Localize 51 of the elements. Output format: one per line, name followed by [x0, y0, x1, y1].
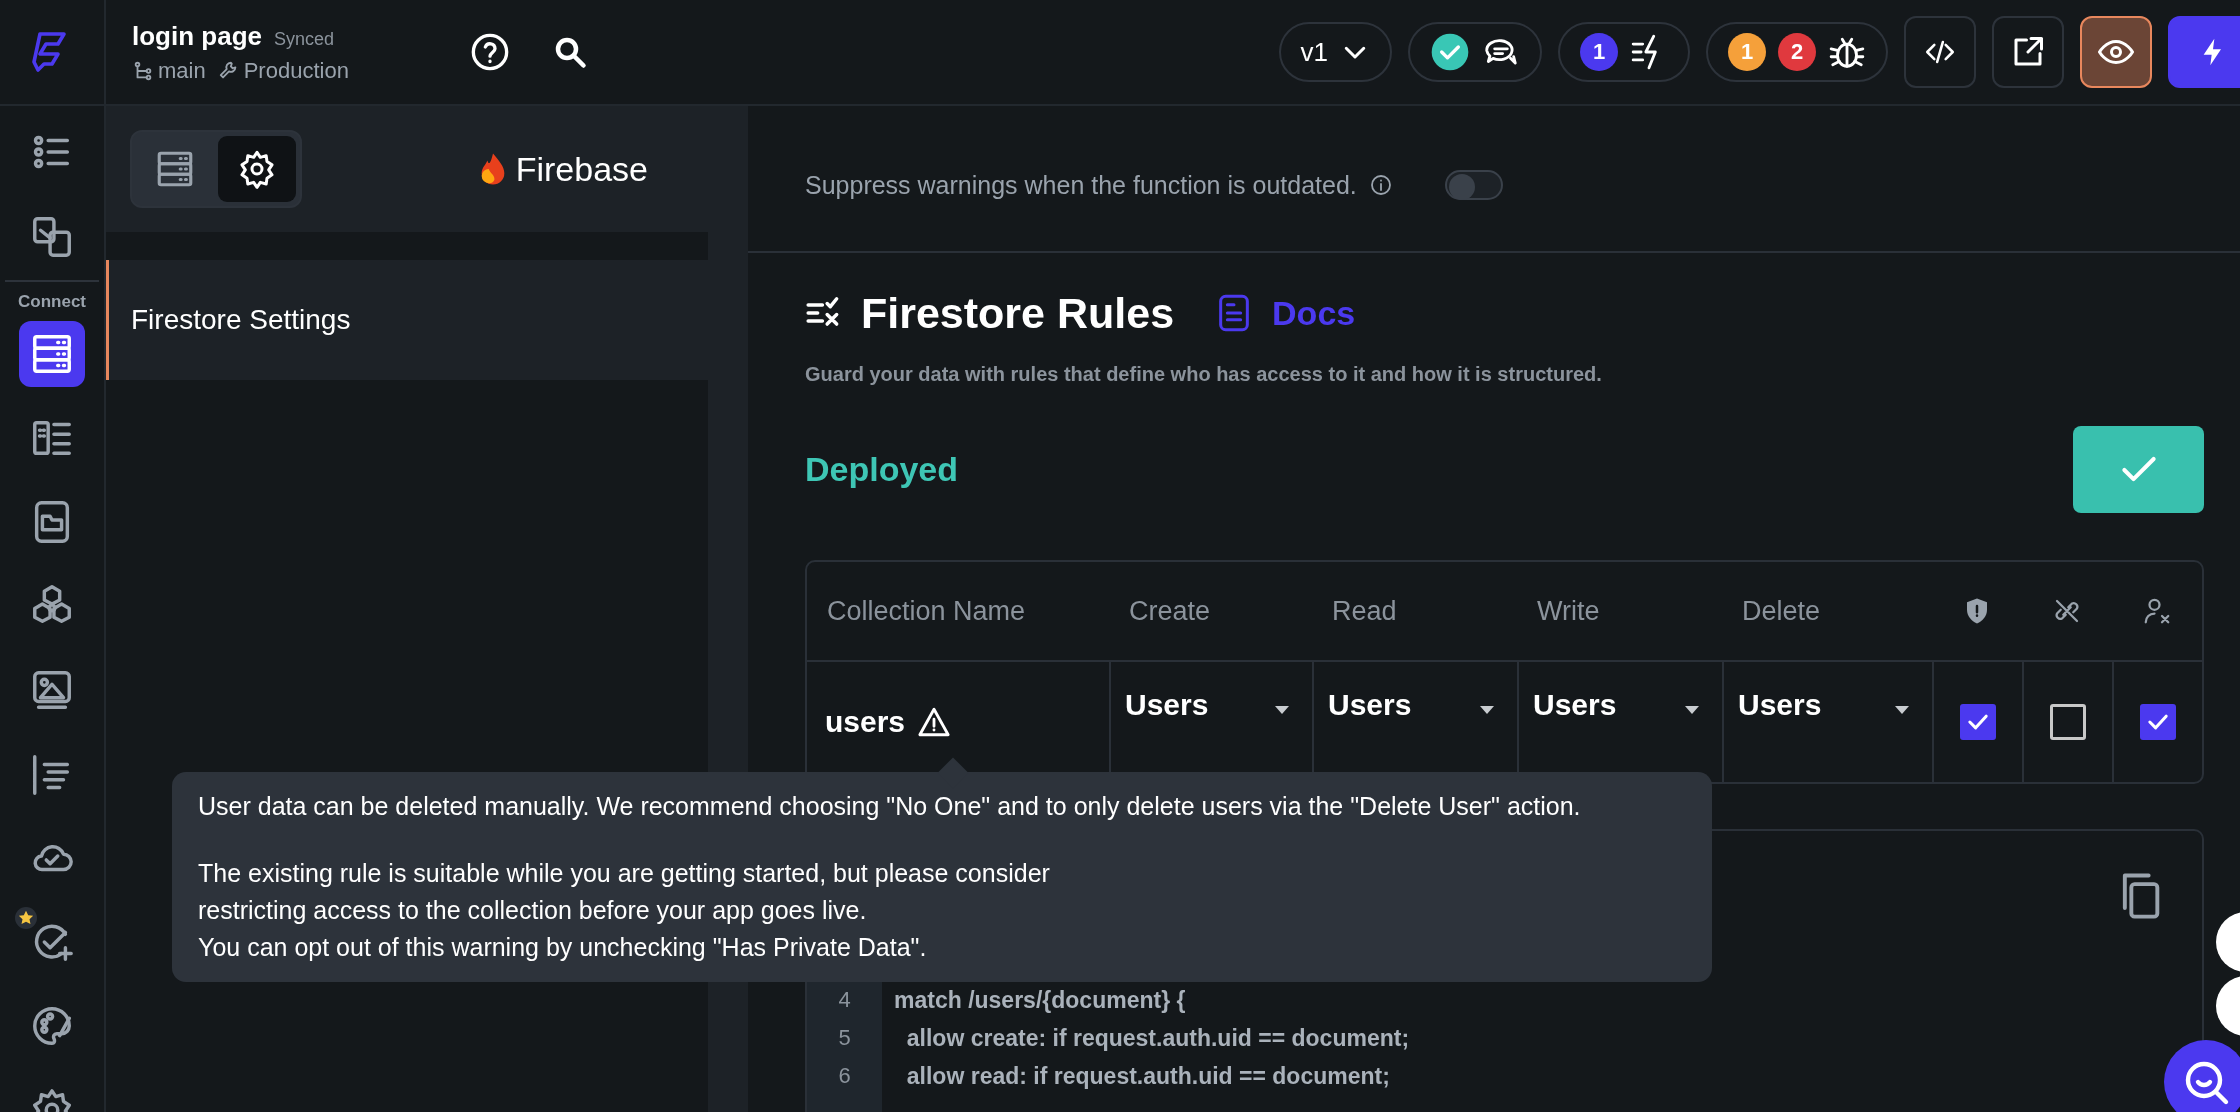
suppress-warnings-toggle[interactable] [1444, 170, 1503, 200]
collection-name: users [825, 705, 906, 739]
tooltip-line: You can opt out of this warning by unchecking "Has Private Data". [198, 932, 928, 963]
preview-button[interactable] [2080, 16, 2152, 88]
branch-icon [132, 59, 154, 82]
tooltip-line: The existing rule is suitable while you are getting started, but please consider [198, 858, 1051, 889]
tooltip-line: restricting access to the collection before your app goes live. [198, 895, 868, 926]
line-number: 6 [837, 1062, 852, 1090]
column-header: Create [1109, 562, 1312, 662]
actions-button[interactable]: 1 [1558, 22, 1690, 82]
column-header: Delete [1722, 562, 1932, 662]
line-number: 5 [837, 1024, 852, 1052]
section-description: Guard your data with rules that define who has access to it and how it is structured. [805, 363, 1603, 386]
check-circle-icon [1430, 32, 1470, 72]
open-external-button[interactable] [1992, 16, 2064, 88]
tooltip-message: User data can be deleted manually. We recommend choosing "No One" and to only delete users via the "Delete User" action. [198, 791, 1582, 822]
checkbox[interactable] [2140, 704, 2176, 740]
checkbox[interactable] [1960, 704, 1996, 740]
section-title: Firestore Rules [861, 288, 1175, 338]
column-header: Read [1312, 562, 1517, 662]
environment-name[interactable]: Production [243, 57, 349, 84]
run-button[interactable] [2168, 16, 2240, 88]
settings-icon [237, 149, 277, 189]
action-count-badge: 1 [1580, 33, 1618, 71]
code-button[interactable] [1904, 16, 1976, 88]
person-x-icon [2142, 596, 2172, 626]
comments-button[interactable] [1408, 22, 1542, 82]
provider-name: Firebase [515, 149, 648, 189]
error-count-badge: 2 [1778, 33, 1816, 71]
code-line: match /users/{document} { [894, 986, 1187, 1015]
help-icon[interactable] [470, 32, 510, 72]
rail-item[interactable] [19, 321, 85, 387]
issues-button[interactable]: 1 2 [1706, 22, 1888, 82]
permission-dropdown[interactable]: Users [1722, 662, 1932, 782]
code-line: allow read: if request.auth.uid == document; [905, 1062, 1391, 1091]
info-icon [1368, 173, 1393, 197]
line-number: 4 [837, 986, 852, 1014]
panel-item[interactable]: Firestore Settings [106, 260, 708, 380]
support-button[interactable] [2164, 1040, 2240, 1112]
branch-name[interactable]: main [158, 57, 206, 84]
deploy-status: Deployed [805, 450, 959, 489]
setting-label: Suppress warnings when the function is outdated. [805, 170, 1357, 200]
code-line: allow create: if request.auth.uid == document; [905, 1024, 1410, 1053]
sync-status: Synced [274, 28, 335, 50]
project-title: login page [132, 20, 262, 52]
section-label: Connect [18, 292, 86, 311]
column-header: Write [1517, 562, 1722, 662]
warning-count-badge: 1 [1728, 33, 1766, 71]
panel-tab[interactable] [218, 136, 296, 202]
version-dropdown[interactable]: v1 [1278, 22, 1392, 82]
column-header: Collection Name [807, 562, 1109, 662]
